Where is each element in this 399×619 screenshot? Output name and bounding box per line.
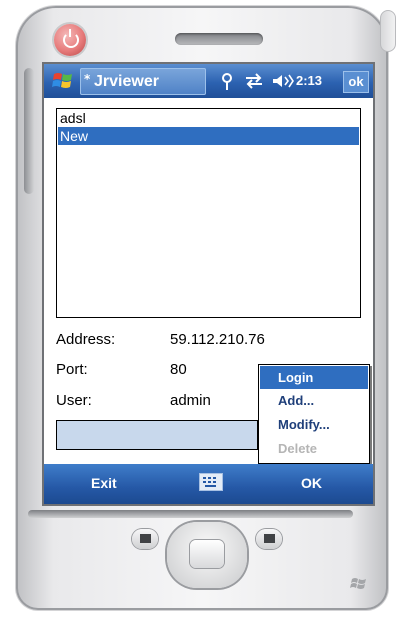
stylus-slot <box>380 10 396 52</box>
menu-item-delete: Delete <box>278 441 318 456</box>
dpad-center-button[interactable] <box>190 540 224 568</box>
power-icon[interactable] <box>54 24 86 56</box>
keyboard-icon[interactable] <box>199 473 223 491</box>
list-item-adsl[interactable]: adsl <box>58 109 359 127</box>
windows-start-icon[interactable] <box>52 70 74 92</box>
connection-list[interactable]: adsl New <box>56 108 361 318</box>
ok-softkey[interactable]: OK <box>301 475 322 491</box>
soft-key-bar: Exit OK <box>44 464 373 504</box>
menu-item-modify[interactable]: Modify... <box>260 413 368 436</box>
menu-item-add[interactable]: Add... <box>260 389 368 412</box>
clock-time[interactable]: 2:13 <box>296 73 322 88</box>
address-label: Address: <box>56 331 116 348</box>
input-field[interactable] <box>56 420 258 450</box>
sync-icon[interactable] <box>244 73 264 89</box>
title-bar: * Jrviewer 2:13 ok <box>44 64 373 98</box>
speaker-icon[interactable] <box>272 73 294 89</box>
app-title: Jrviewer <box>94 73 159 90</box>
list-item-new[interactable]: New <box>58 127 359 145</box>
windows-logo-icon <box>350 578 366 589</box>
left-hardware-button[interactable] <box>132 529 158 549</box>
user-value: admin <box>170 392 211 409</box>
context-menu: Login Add... Modify... Delete <box>258 364 370 464</box>
port-label: Port: <box>56 361 88 378</box>
right-hardware-button[interactable] <box>256 529 282 549</box>
antenna-icon[interactable] <box>221 73 233 91</box>
exit-softkey[interactable]: Exit <box>91 475 117 491</box>
side-volume-button[interactable] <box>24 68 34 194</box>
user-label: User: <box>56 392 92 409</box>
address-value: 59.112.210.76 <box>170 331 265 348</box>
ok-button[interactable]: ok <box>343 71 369 93</box>
dpad-navigation[interactable] <box>167 522 247 588</box>
device-screen: * Jrviewer 2:13 ok adsl New Address: 59.… <box>44 64 373 504</box>
speaker-grille <box>175 33 263 45</box>
menu-item-login[interactable]: Login <box>260 366 368 389</box>
app-title-area: * Jrviewer <box>80 68 206 95</box>
port-value: 80 <box>170 361 187 378</box>
modified-marker: * <box>84 72 91 86</box>
screen-bezel-divider <box>28 510 353 518</box>
